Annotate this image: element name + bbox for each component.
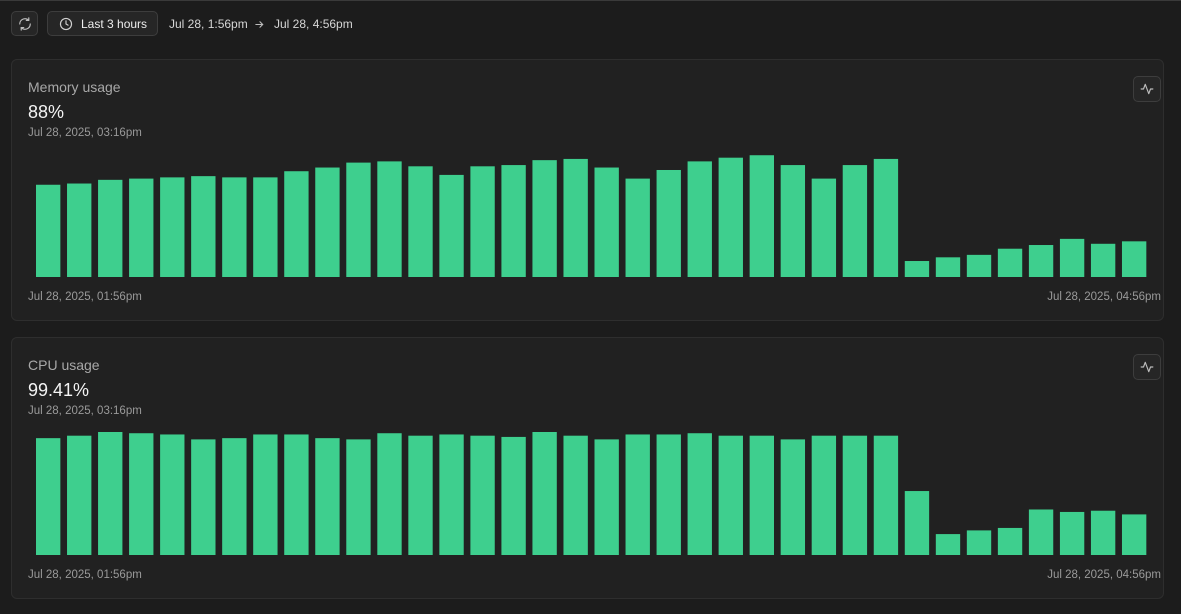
cpu-bar-26[interactable]: [811, 435, 837, 555]
memory-bar-7[interactable]: [222, 177, 247, 277]
cpu-bar-1[interactable]: [36, 438, 61, 555]
memory-bar-9[interactable]: [284, 171, 309, 277]
cpu-bar-19[interactable]: [594, 439, 619, 555]
memory-bar-19[interactable]: [594, 167, 619, 277]
cpu-axis-end-label: Jul 28, 2025, 04:56pm: [1047, 569, 1161, 581]
memory-bar-3[interactable]: [98, 179, 123, 277]
memory-bar-35[interactable]: [1090, 243, 1116, 277]
refresh-icon: [18, 16, 31, 31]
cpu-bar-21[interactable]: [656, 434, 681, 555]
cpu-bar-16[interactable]: [501, 436, 526, 555]
cpu-bar-33[interactable]: [1028, 509, 1054, 555]
memory-bar-30[interactable]: [935, 257, 961, 277]
memory-bar-15[interactable]: [470, 166, 495, 277]
cpu-bar-28[interactable]: [873, 435, 899, 555]
memory-bar-11[interactable]: [346, 162, 371, 277]
cpu-bar-4[interactable]: [129, 433, 154, 555]
memory-usage-panel: Memory usage 88% Jul 28, 2025, 03:16pm J…: [11, 59, 1164, 321]
memory-usage-chart: [36, 155, 1147, 277]
arrow-right-icon: [254, 17, 266, 31]
memory-bar-28[interactable]: [873, 158, 899, 277]
memory-bar-31[interactable]: [966, 254, 992, 277]
cpu-bar-17[interactable]: [532, 432, 557, 555]
memory-bar-36[interactable]: [1121, 241, 1147, 277]
memory-bar-23[interactable]: [718, 157, 743, 277]
cpu-bar-23[interactable]: [718, 435, 743, 555]
cpu-axis-start-label: Jul 28, 2025, 01:56pm: [28, 569, 142, 581]
cpu-bar-11[interactable]: [346, 439, 371, 555]
memory-bar-34[interactable]: [1059, 238, 1085, 277]
cpu-bar-31[interactable]: [966, 530, 992, 555]
memory-bar-5[interactable]: [160, 177, 185, 277]
cpu-bar-24[interactable]: [749, 435, 774, 555]
memory-bar-18[interactable]: [563, 158, 588, 277]
memory-bar-2[interactable]: [67, 183, 92, 277]
memory-bar-6[interactable]: [191, 176, 216, 277]
cpu-bar-7[interactable]: [222, 438, 247, 555]
cpu-bar-22[interactable]: [687, 433, 712, 555]
cpu-usage-panel: CPU usage 99.41% Jul 28, 2025, 03:16pm J…: [11, 337, 1164, 599]
memory-axis-end-label: Jul 28, 2025, 04:56pm: [1047, 291, 1161, 303]
cpu-bar-3[interactable]: [98, 432, 123, 555]
memory-bar-29[interactable]: [904, 261, 930, 277]
memory-axis-start-label: Jul 28, 2025, 01:56pm: [28, 291, 142, 303]
memory-bar-22[interactable]: [687, 161, 712, 277]
range-end-text: Jul 28, 4:56pm: [274, 17, 353, 31]
memory-bar-27[interactable]: [842, 165, 868, 277]
cpu-usage-chart: [36, 432, 1147, 555]
cpu-bar-15[interactable]: [470, 435, 495, 555]
memory-bar-21[interactable]: [656, 169, 681, 277]
cpu-bar-27[interactable]: [842, 435, 868, 555]
cpu-bar-14[interactable]: [439, 434, 464, 555]
memory-bar-26[interactable]: [811, 178, 837, 277]
cpu-bar-36[interactable]: [1121, 514, 1147, 555]
cpu-bar-8[interactable]: [253, 434, 278, 555]
memory-bar-24[interactable]: [749, 155, 774, 277]
cpu-bar-30[interactable]: [935, 534, 961, 555]
cpu-bar-6[interactable]: [191, 439, 216, 555]
cpu-bar-35[interactable]: [1090, 510, 1116, 555]
toolbar: Last 3 hours Jul 28, 1:56pm Jul 28, 4:56…: [0, 0, 1181, 48]
cpu-bar-20[interactable]: [625, 434, 650, 555]
cpu-bar-29[interactable]: [904, 491, 930, 555]
cpu-bar-2[interactable]: [67, 435, 92, 555]
cpu-bar-25[interactable]: [780, 439, 806, 555]
time-range-button[interactable]: Last 3 hours: [47, 11, 159, 36]
cpu-bar-34[interactable]: [1059, 511, 1085, 555]
cpu-bar-18[interactable]: [563, 435, 588, 555]
cpu-bar-32[interactable]: [997, 527, 1023, 555]
memory-bar-4[interactable]: [129, 178, 154, 277]
range-start-text: Jul 28, 1:56pm: [169, 17, 248, 31]
memory-bar-32[interactable]: [997, 248, 1023, 277]
memory-bar-16[interactable]: [501, 165, 526, 277]
memory-bar-10[interactable]: [315, 167, 340, 277]
cpu-bar-13[interactable]: [408, 435, 433, 555]
cpu-bar-9[interactable]: [284, 434, 309, 555]
clock-icon: [59, 17, 73, 31]
memory-bar-20[interactable]: [625, 178, 650, 277]
cpu-bar-10[interactable]: [315, 438, 340, 555]
memory-bar-17[interactable]: [532, 160, 557, 277]
memory-bar-12[interactable]: [377, 161, 402, 277]
time-range-label: Last 3 hours: [81, 16, 148, 31]
cpu-bar-5[interactable]: [160, 434, 185, 555]
memory-bar-8[interactable]: [253, 177, 278, 277]
memory-bar-33[interactable]: [1028, 245, 1054, 277]
cpu-bar-12[interactable]: [377, 433, 402, 555]
memory-bar-13[interactable]: [408, 166, 433, 277]
refresh-button[interactable]: [11, 11, 38, 36]
memory-bar-25[interactable]: [780, 165, 806, 277]
memory-bar-14[interactable]: [439, 174, 464, 277]
memory-bar-1[interactable]: [36, 184, 61, 277]
